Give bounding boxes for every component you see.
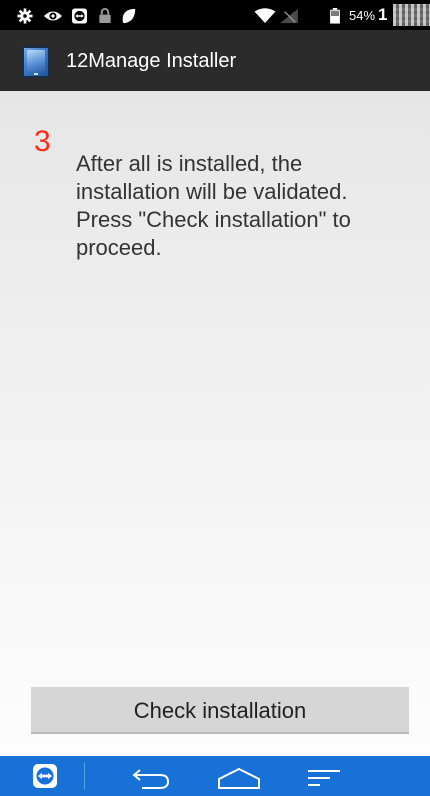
gear-icon bbox=[17, 8, 33, 24]
clock-pixelated-region bbox=[393, 4, 430, 26]
eye-icon bbox=[44, 11, 62, 21]
check-installation-button[interactable]: Check installation bbox=[31, 687, 409, 734]
step-instructions: After all is installed, the installation… bbox=[76, 151, 351, 260]
navigation-bar bbox=[0, 756, 430, 796]
no-signal-icon bbox=[280, 8, 298, 24]
battery-percentage: 54% bbox=[349, 8, 376, 23]
installer-content: 3 After all is installed, the installati… bbox=[0, 91, 430, 756]
lock-icon bbox=[99, 8, 111, 24]
action-bar: 12Manage Installer bbox=[0, 30, 430, 91]
battery-icon bbox=[330, 8, 340, 24]
step-number: 3 bbox=[34, 125, 51, 158]
app-title: 12Manage Installer bbox=[66, 50, 237, 72]
recents-icon[interactable] bbox=[306, 762, 342, 790]
back-icon[interactable] bbox=[130, 762, 174, 790]
nav-divider bbox=[84, 762, 85, 790]
tablet-app-icon bbox=[22, 46, 50, 78]
teamviewer-nav-icon[interactable] bbox=[32, 762, 58, 790]
screen: 54% 1 12Manage Installer 3 After all is … bbox=[0, 0, 430, 796]
clock: 1 bbox=[378, 5, 388, 24]
home-icon[interactable] bbox=[216, 762, 262, 790]
teamviewer-icon bbox=[71, 8, 88, 24]
leaf-icon bbox=[122, 8, 136, 24]
status-bar: 54% 1 bbox=[0, 0, 430, 30]
wifi-icon bbox=[254, 8, 276, 23]
